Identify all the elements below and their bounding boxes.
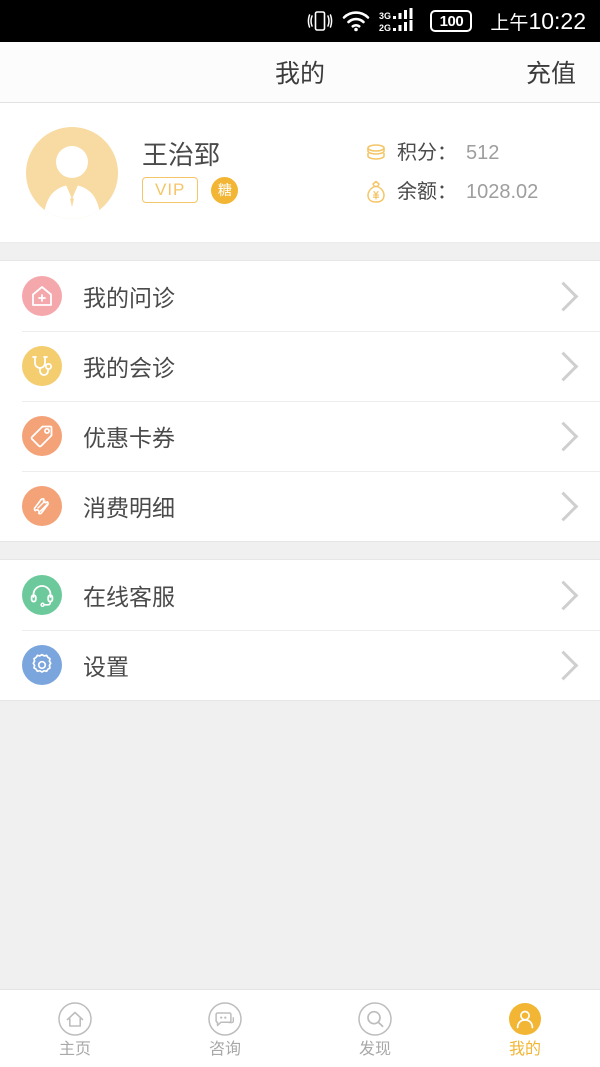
profile-badges: VIP 糖 <box>142 176 364 204</box>
user-avatar-icon <box>44 145 100 219</box>
menu-item-label: 消费明细 <box>83 495 175 521</box>
profile-card[interactable]: 王治郅 VIP 糖 积分： 512 余额： 1028.02 <box>0 103 600 243</box>
menu-group-services: 我的问诊 我的会诊 优惠卡券 消费明细 <box>0 260 600 542</box>
menu-item-label: 我的问诊 <box>83 285 175 311</box>
bottom-tab-bar: 主页 咨询 发现 我的 <box>0 989 600 1067</box>
battery-level: 100 <box>439 12 464 30</box>
section-gap <box>0 243 600 260</box>
menu-item-my-consultation[interactable]: 我的问诊 <box>0 261 600 331</box>
menu-item-label: 设置 <box>83 654 129 680</box>
tab-label: 咨询 <box>208 1040 241 1058</box>
status-bar-clock: 10:22 <box>528 7 586 34</box>
menu-item-coupons[interactable]: 优惠卡券 <box>0 401 600 471</box>
status-bar: 3G 2G 100 上午10:22 <box>0 0 600 42</box>
app-screen: 3G 2G 100 上午10:22 我的 充值 王治郅 VIP 糖 积分： 51… <box>0 0 600 1067</box>
stethoscope-icon <box>22 346 62 386</box>
ticket-icon <box>22 486 62 526</box>
tab-discover[interactable]: 发现 <box>300 990 450 1067</box>
tang-badge: 糖 <box>211 176 239 204</box>
points-stat: 积分： 512 <box>364 141 576 165</box>
points-value: 512 <box>466 142 500 164</box>
points-label: 积分： <box>397 142 457 164</box>
menu-item-label: 在线客服 <box>83 584 175 610</box>
section-gap <box>0 542 600 559</box>
chevron-right-icon <box>548 491 579 521</box>
menu-item-my-joint-consultation[interactable]: 我的会诊 <box>0 331 600 401</box>
menu-item-settings[interactable]: 设置 <box>0 630 600 700</box>
menu-item-label: 优惠卡券 <box>83 425 175 451</box>
money-bag-icon <box>364 180 388 204</box>
search-icon <box>356 1000 394 1038</box>
wifi-icon <box>342 9 370 33</box>
battery-icon: 100 <box>430 10 473 32</box>
chat-icon <box>206 1000 244 1038</box>
svg-text:2G: 2G <box>379 23 391 33</box>
vibrate-icon <box>307 9 333 33</box>
person-icon <box>506 1000 544 1038</box>
balance-stat: 余额： 1028.02 <box>364 180 576 204</box>
profile-stats: 积分： 512 余额： 1028.02 <box>364 141 576 204</box>
tab-profile[interactable]: 我的 <box>450 990 600 1067</box>
status-bar-time: 上午10:22 <box>490 7 586 34</box>
chevron-right-icon <box>548 580 579 610</box>
tab-label: 我的 <box>508 1040 541 1058</box>
headset-icon <box>22 575 62 615</box>
status-bar-icons: 3G 2G 100 上午10:22 <box>307 8 586 34</box>
gear-icon <box>22 645 62 685</box>
page-title: 我的 <box>274 60 325 88</box>
chevron-right-icon <box>548 650 579 680</box>
tab-home[interactable]: 主页 <box>0 990 150 1067</box>
hospital-icon <box>22 276 62 316</box>
tab-label: 主页 <box>58 1040 91 1058</box>
coins-icon <box>364 141 388 165</box>
chevron-right-icon <box>548 421 579 451</box>
status-bar-ampm: 上午 <box>490 12 529 34</box>
user-name: 王治郅 <box>142 139 221 170</box>
svg-text:3G: 3G <box>379 11 391 21</box>
signal-3g-2g-icon: 3G 2G <box>379 8 421 34</box>
tab-consult[interactable]: 咨询 <box>150 990 300 1067</box>
home-icon <box>56 1000 94 1038</box>
balance-label: 余额： <box>397 181 457 203</box>
recharge-button[interactable]: 充值 <box>526 54 576 90</box>
menu-item-online-service[interactable]: 在线客服 <box>0 560 600 630</box>
vip-badge: VIP <box>142 177 199 203</box>
balance-value: 1028.02 <box>466 181 539 203</box>
profile-info: 王治郅 VIP 糖 <box>142 142 364 204</box>
chevron-right-icon <box>548 351 579 381</box>
avatar[interactable] <box>26 126 118 219</box>
tab-label: 发现 <box>358 1040 391 1058</box>
chevron-right-icon <box>548 281 579 311</box>
menu-item-spending-details[interactable]: 消费明细 <box>0 471 600 541</box>
menu-item-label: 我的会诊 <box>83 355 175 381</box>
tag-icon <box>22 416 62 456</box>
menu-group-support: 在线客服 设置 <box>0 559 600 701</box>
page-header: 我的 充值 <box>0 42 600 103</box>
empty-area <box>0 701 600 989</box>
